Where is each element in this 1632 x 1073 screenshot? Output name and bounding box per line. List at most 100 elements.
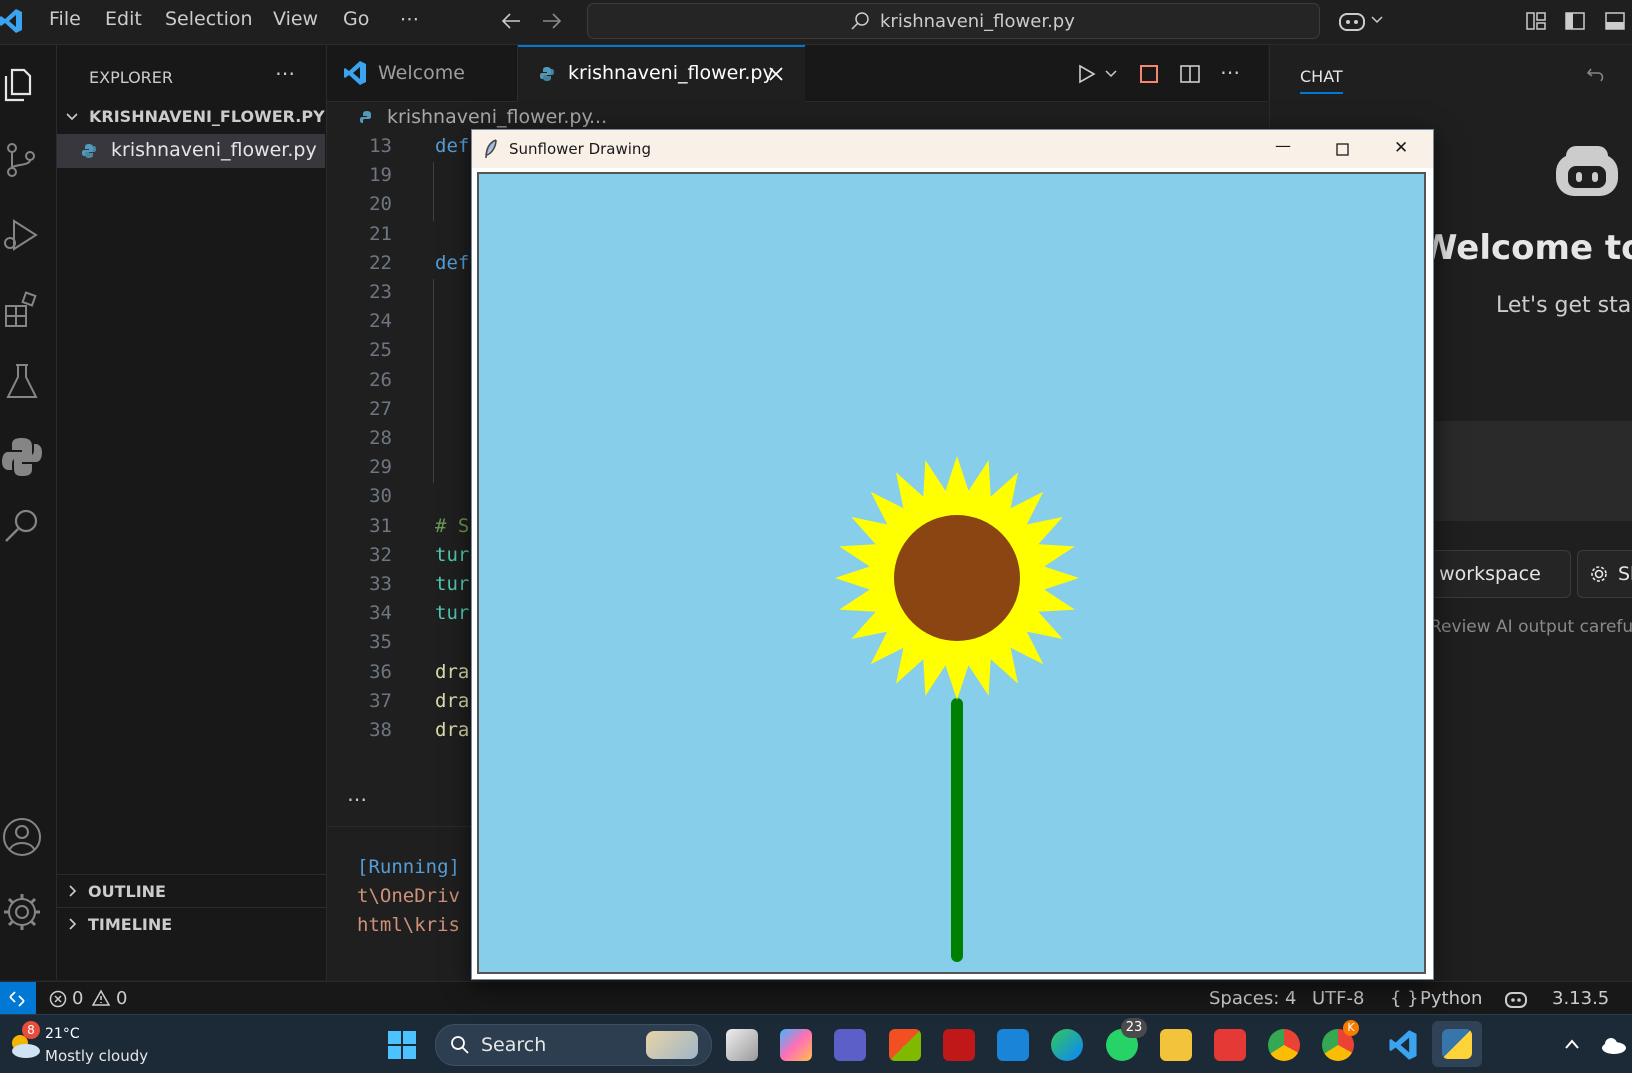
toggle-panel-icon[interactable] bbox=[1604, 10, 1626, 32]
mcafee-icon[interactable] bbox=[943, 1029, 975, 1061]
run-debug-icon[interactable] bbox=[0, 213, 44, 257]
remote-icon bbox=[9, 991, 25, 1007]
menu-selection[interactable]: Selection bbox=[165, 8, 253, 30]
chevron-down-icon[interactable] bbox=[1370, 14, 1384, 26]
outline-label: OUTLINE bbox=[88, 882, 166, 901]
minimize-button[interactable]: — bbox=[1275, 136, 1291, 155]
line-number: 13 bbox=[369, 135, 392, 157]
edge-icon[interactable] bbox=[1051, 1029, 1083, 1061]
python-version-status[interactable]: 3.13.5 bbox=[1552, 988, 1609, 1009]
code-line: tur bbox=[435, 573, 470, 595]
microsoft-store-icon[interactable] bbox=[889, 1029, 921, 1061]
windows-start-icon[interactable] bbox=[387, 1030, 417, 1060]
forward-arrow-icon[interactable] bbox=[541, 10, 563, 32]
remote-indicator[interactable] bbox=[0, 982, 36, 1015]
error-count[interactable]: 0 bbox=[72, 988, 83, 1009]
command-center-text: krishnaveni_flower.py bbox=[880, 11, 1075, 32]
maximize-button[interactable] bbox=[1336, 143, 1349, 156]
teams-icon[interactable] bbox=[834, 1029, 866, 1061]
menu-more[interactable]: ⋯ bbox=[400, 8, 419, 30]
run-file-icon[interactable] bbox=[1075, 63, 1097, 85]
flower-center bbox=[894, 515, 1020, 641]
chat-input-box[interactable] bbox=[1422, 421, 1632, 521]
indent-guide bbox=[433, 162, 434, 221]
taskbar-search-label: Search bbox=[481, 1034, 547, 1056]
code-line: tur bbox=[435, 602, 470, 625]
file-explorer-icon[interactable] bbox=[1160, 1029, 1192, 1061]
line-number: 27 bbox=[369, 397, 392, 420]
language-status[interactable]: Python bbox=[1420, 988, 1482, 1009]
explorer-more-button[interactable]: ⋯ bbox=[275, 61, 295, 85]
explorer-icon[interactable] bbox=[0, 62, 44, 106]
python-icon[interactable] bbox=[0, 434, 44, 478]
search-icon[interactable] bbox=[0, 505, 44, 549]
editor-more-button[interactable]: ⋯ bbox=[1220, 60, 1240, 84]
whatsapp-badge: 23 bbox=[1121, 1018, 1147, 1038]
line-number: 19 bbox=[369, 164, 392, 187]
chrome-icon[interactable] bbox=[1268, 1029, 1300, 1061]
warning-count[interactable]: 0 bbox=[116, 988, 127, 1009]
source-control-icon[interactable] bbox=[0, 138, 44, 182]
chevron-up-icon[interactable] bbox=[1563, 1037, 1581, 1051]
copilot-app-icon[interactable] bbox=[780, 1029, 812, 1061]
tab-welcome[interactable]: Welcome bbox=[327, 45, 518, 101]
extensions-icon[interactable] bbox=[0, 288, 44, 332]
workspace-button[interactable]: d workspace bbox=[1410, 550, 1571, 598]
menu-go[interactable]: Go bbox=[343, 8, 369, 30]
windows-app-icon[interactable] bbox=[997, 1029, 1029, 1061]
chevron-right-icon bbox=[69, 885, 77, 897]
tab-krishnaveni-flower[interactable]: krishnaveni_flower.py bbox=[518, 45, 805, 104]
wps-office-icon[interactable] bbox=[1214, 1029, 1246, 1061]
close-icon[interactable] bbox=[768, 66, 784, 82]
line-number: 21 bbox=[369, 222, 392, 245]
breadcrumb-file[interactable]: krishnaveni_flower.py bbox=[387, 106, 593, 128]
windows-taskbar: 8 21°C Mostly cloudy Search 23 K bbox=[0, 1014, 1632, 1073]
line-number: 31 bbox=[369, 514, 392, 537]
language-braces-icon: { } bbox=[1390, 988, 1419, 1009]
stop-icon[interactable] bbox=[1138, 63, 1160, 85]
python-taskbar-active[interactable] bbox=[1432, 1021, 1482, 1067]
line-number: 36 bbox=[369, 660, 392, 683]
error-icon[interactable] bbox=[49, 990, 67, 1008]
settings-gear-icon[interactable] bbox=[0, 890, 44, 934]
split-editor-icon[interactable] bbox=[1179, 63, 1201, 85]
testing-flask-icon[interactable] bbox=[0, 359, 44, 403]
command-center-search[interactable]: krishnaveni_flower.py bbox=[587, 3, 1320, 39]
task-view-icon[interactable] bbox=[726, 1029, 758, 1061]
back-arrow-icon[interactable] bbox=[500, 10, 522, 32]
close-button[interactable]: ✕ bbox=[1394, 138, 1408, 158]
code-line: def bbox=[435, 135, 470, 157]
turtle-canvas[interactable] bbox=[477, 172, 1426, 974]
account-icon[interactable] bbox=[0, 815, 44, 859]
copilot-icon[interactable] bbox=[1338, 9, 1366, 33]
chat-welcome-heading: Welcome to bbox=[1420, 228, 1632, 268]
chat-tab[interactable]: CHAT bbox=[1300, 67, 1343, 94]
toggle-sidebar-icon[interactable] bbox=[1564, 10, 1586, 32]
outline-section[interactable]: OUTLINE bbox=[57, 874, 326, 905]
timeline-section[interactable]: TIMELINE bbox=[57, 907, 326, 938]
show-config-button[interactable]: Sh bbox=[1577, 550, 1632, 598]
breadcrumb-more[interactable]: ... bbox=[589, 106, 607, 128]
encoding-status[interactable]: UTF-8 bbox=[1312, 988, 1364, 1009]
chevron-down-icon[interactable] bbox=[1104, 68, 1118, 80]
menu-edit[interactable]: Edit bbox=[105, 8, 142, 30]
copilot-status-icon[interactable] bbox=[1504, 988, 1528, 1010]
customize-layout-icon[interactable] bbox=[1525, 10, 1547, 32]
taskbar-search[interactable]: Search bbox=[435, 1024, 712, 1066]
explorer-sidebar: EXPLORER ⋯ KRISHNAVENI_FLOWER.PY krishna… bbox=[57, 45, 327, 980]
line-number: 38 bbox=[369, 719, 392, 741]
warning-icon[interactable] bbox=[91, 989, 111, 1007]
indentation-status[interactable]: Spaces: 4 bbox=[1209, 988, 1296, 1009]
vscode-taskbar-icon[interactable] bbox=[1388, 1029, 1418, 1061]
chat-welcome-subheading: Let's get star bbox=[1496, 293, 1632, 318]
file-item[interactable]: krishnaveni_flower.py bbox=[57, 134, 325, 168]
folder-header[interactable]: KRISHNAVENI_FLOWER.PY bbox=[57, 103, 326, 131]
onedrive-cloud-icon[interactable] bbox=[1600, 1035, 1628, 1055]
menu-view[interactable]: View bbox=[273, 8, 318, 30]
panel-more-button[interactable]: ⋯ bbox=[347, 787, 367, 811]
undo-icon[interactable] bbox=[1585, 65, 1607, 87]
chevron-down-icon bbox=[66, 113, 78, 121]
window-title-bar[interactable]: Sunflower Drawing — ✕ bbox=[472, 130, 1433, 168]
menu-file[interactable]: File bbox=[49, 8, 81, 30]
weather-widget[interactable]: 8 21°C Mostly cloudy bbox=[4, 1019, 154, 1069]
